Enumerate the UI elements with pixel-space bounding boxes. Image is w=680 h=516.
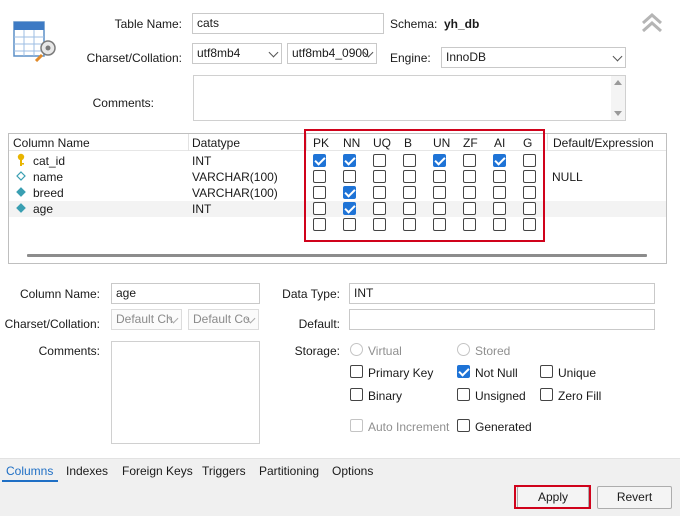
storage-label: Storage: bbox=[294, 344, 340, 358]
primary-key-label: Primary Key bbox=[368, 366, 434, 380]
table-editor-icon bbox=[12, 18, 58, 63]
primary-key-icon bbox=[16, 153, 26, 169]
unique-checkbox[interactable] bbox=[540, 365, 553, 378]
column-name-label: Column Name: bbox=[19, 287, 100, 301]
comments-label: Comments: bbox=[92, 96, 154, 110]
default-expression-cell[interactable]: NULL bbox=[552, 169, 583, 185]
chevron-down-icon bbox=[268, 47, 279, 58]
scrollbar-vertical[interactable] bbox=[611, 76, 625, 120]
tab-partitioning[interactable]: Partitioning bbox=[259, 464, 319, 478]
default-label: Default: bbox=[298, 317, 340, 331]
detail-comments-label: Comments: bbox=[38, 344, 100, 358]
column-name-cell[interactable]: cat_id bbox=[33, 153, 65, 169]
zero-fill-checkbox[interactable] bbox=[540, 388, 553, 401]
datatype-cell[interactable]: VARCHAR(100) bbox=[192, 185, 278, 201]
table-name-input[interactable]: cats bbox=[192, 13, 384, 34]
column-divider bbox=[188, 134, 189, 151]
unsigned-label: Unsigned bbox=[475, 389, 526, 403]
charset-select[interactable]: utf8mb4 bbox=[192, 43, 282, 64]
primary-key-checkbox[interactable] bbox=[350, 365, 363, 378]
editor-tab-bar: Columns Indexes Foreign Keys Triggers Pa… bbox=[0, 458, 680, 482]
detail-collation-select[interactable]: Default Co bbox=[188, 309, 259, 330]
scroll-arrows-icon bbox=[614, 80, 622, 116]
binary-checkbox[interactable] bbox=[350, 388, 363, 401]
detail-collation-value: Default Co bbox=[193, 312, 250, 326]
column-diamond-filled-icon bbox=[16, 201, 26, 217]
column-name-cell[interactable]: age bbox=[33, 201, 53, 217]
unsigned-checkbox[interactable] bbox=[457, 388, 470, 401]
datatype-cell[interactable]: INT bbox=[192, 153, 211, 169]
detail-charset-select[interactable]: Default Ch bbox=[111, 309, 182, 330]
revert-button[interactable]: Revert bbox=[597, 486, 672, 509]
header-default-expression[interactable]: Default/Expression bbox=[553, 136, 654, 150]
default-input[interactable] bbox=[349, 309, 655, 330]
stored-radio[interactable] bbox=[457, 343, 470, 356]
virtual-radio[interactable] bbox=[350, 343, 363, 356]
column-name-input[interactable]: age bbox=[111, 283, 260, 304]
binary-label: Binary bbox=[368, 389, 403, 403]
header-column-name[interactable]: Column Name bbox=[13, 136, 90, 150]
tab-indexes[interactable]: Indexes bbox=[66, 464, 108, 478]
flags-highlight-box bbox=[304, 129, 545, 242]
tab-options[interactable]: Options bbox=[332, 464, 373, 478]
datatype-cell[interactable]: VARCHAR(100) bbox=[192, 169, 278, 185]
data-type-label: Data Type: bbox=[282, 287, 340, 301]
chevron-down-icon bbox=[612, 51, 623, 62]
tab-triggers[interactable]: Triggers bbox=[202, 464, 246, 478]
apply-highlight-box bbox=[514, 485, 591, 509]
header-datatype[interactable]: Datatype bbox=[192, 136, 240, 150]
engine-label: Engine: bbox=[390, 51, 431, 65]
schema-label: Schema: bbox=[390, 17, 438, 31]
datatype-cell[interactable]: INT bbox=[192, 201, 211, 217]
generated-label: Generated bbox=[475, 420, 532, 434]
tab-foreign-keys[interactable]: Foreign Keys bbox=[122, 464, 193, 478]
auto-increment-checkbox[interactable] bbox=[350, 419, 363, 432]
virtual-label: Virtual bbox=[368, 344, 402, 358]
unique-label: Unique bbox=[558, 366, 597, 380]
scrollbar-horizontal[interactable] bbox=[27, 254, 647, 257]
column-diamond-icon bbox=[16, 169, 26, 185]
data-type-input[interactable]: INT bbox=[349, 283, 655, 304]
tab-columns[interactable]: Columns bbox=[6, 464, 53, 478]
auto-increment-label: Auto Increment bbox=[368, 420, 450, 434]
schema-value: yh_db bbox=[444, 17, 480, 31]
collapse-header-icon[interactable] bbox=[640, 12, 664, 34]
column-diamond-filled-icon bbox=[16, 185, 26, 201]
collation-select[interactable]: utf8mb4_0900 bbox=[287, 43, 377, 64]
charset-select-value: utf8mb4 bbox=[197, 46, 241, 60]
not-null-label: Not Null bbox=[475, 366, 518, 380]
column-comments-textarea[interactable] bbox=[111, 341, 260, 444]
column-name-cell[interactable]: breed bbox=[33, 185, 64, 201]
zero-fill-label: Zero Fill bbox=[558, 389, 602, 403]
charset-collation-label: Charset/Collation: bbox=[86, 51, 182, 65]
engine-select[interactable]: InnoDB bbox=[441, 47, 626, 68]
collation-select-value: utf8mb4_0900 bbox=[292, 46, 369, 60]
engine-select-value: InnoDB bbox=[446, 50, 487, 64]
stored-label: Stored bbox=[475, 344, 511, 358]
detail-charset-value: Default Ch bbox=[116, 312, 173, 326]
table-comments-textarea[interactable] bbox=[193, 75, 626, 121]
detail-charset-collation-label: Charset/Collation: bbox=[4, 317, 100, 331]
generated-checkbox[interactable] bbox=[457, 419, 470, 432]
column-name-cell[interactable]: name bbox=[33, 169, 63, 185]
table-name-label: Table Name: bbox=[114, 17, 182, 31]
column-divider bbox=[547, 134, 548, 151]
not-null-checkbox[interactable] bbox=[457, 365, 470, 378]
